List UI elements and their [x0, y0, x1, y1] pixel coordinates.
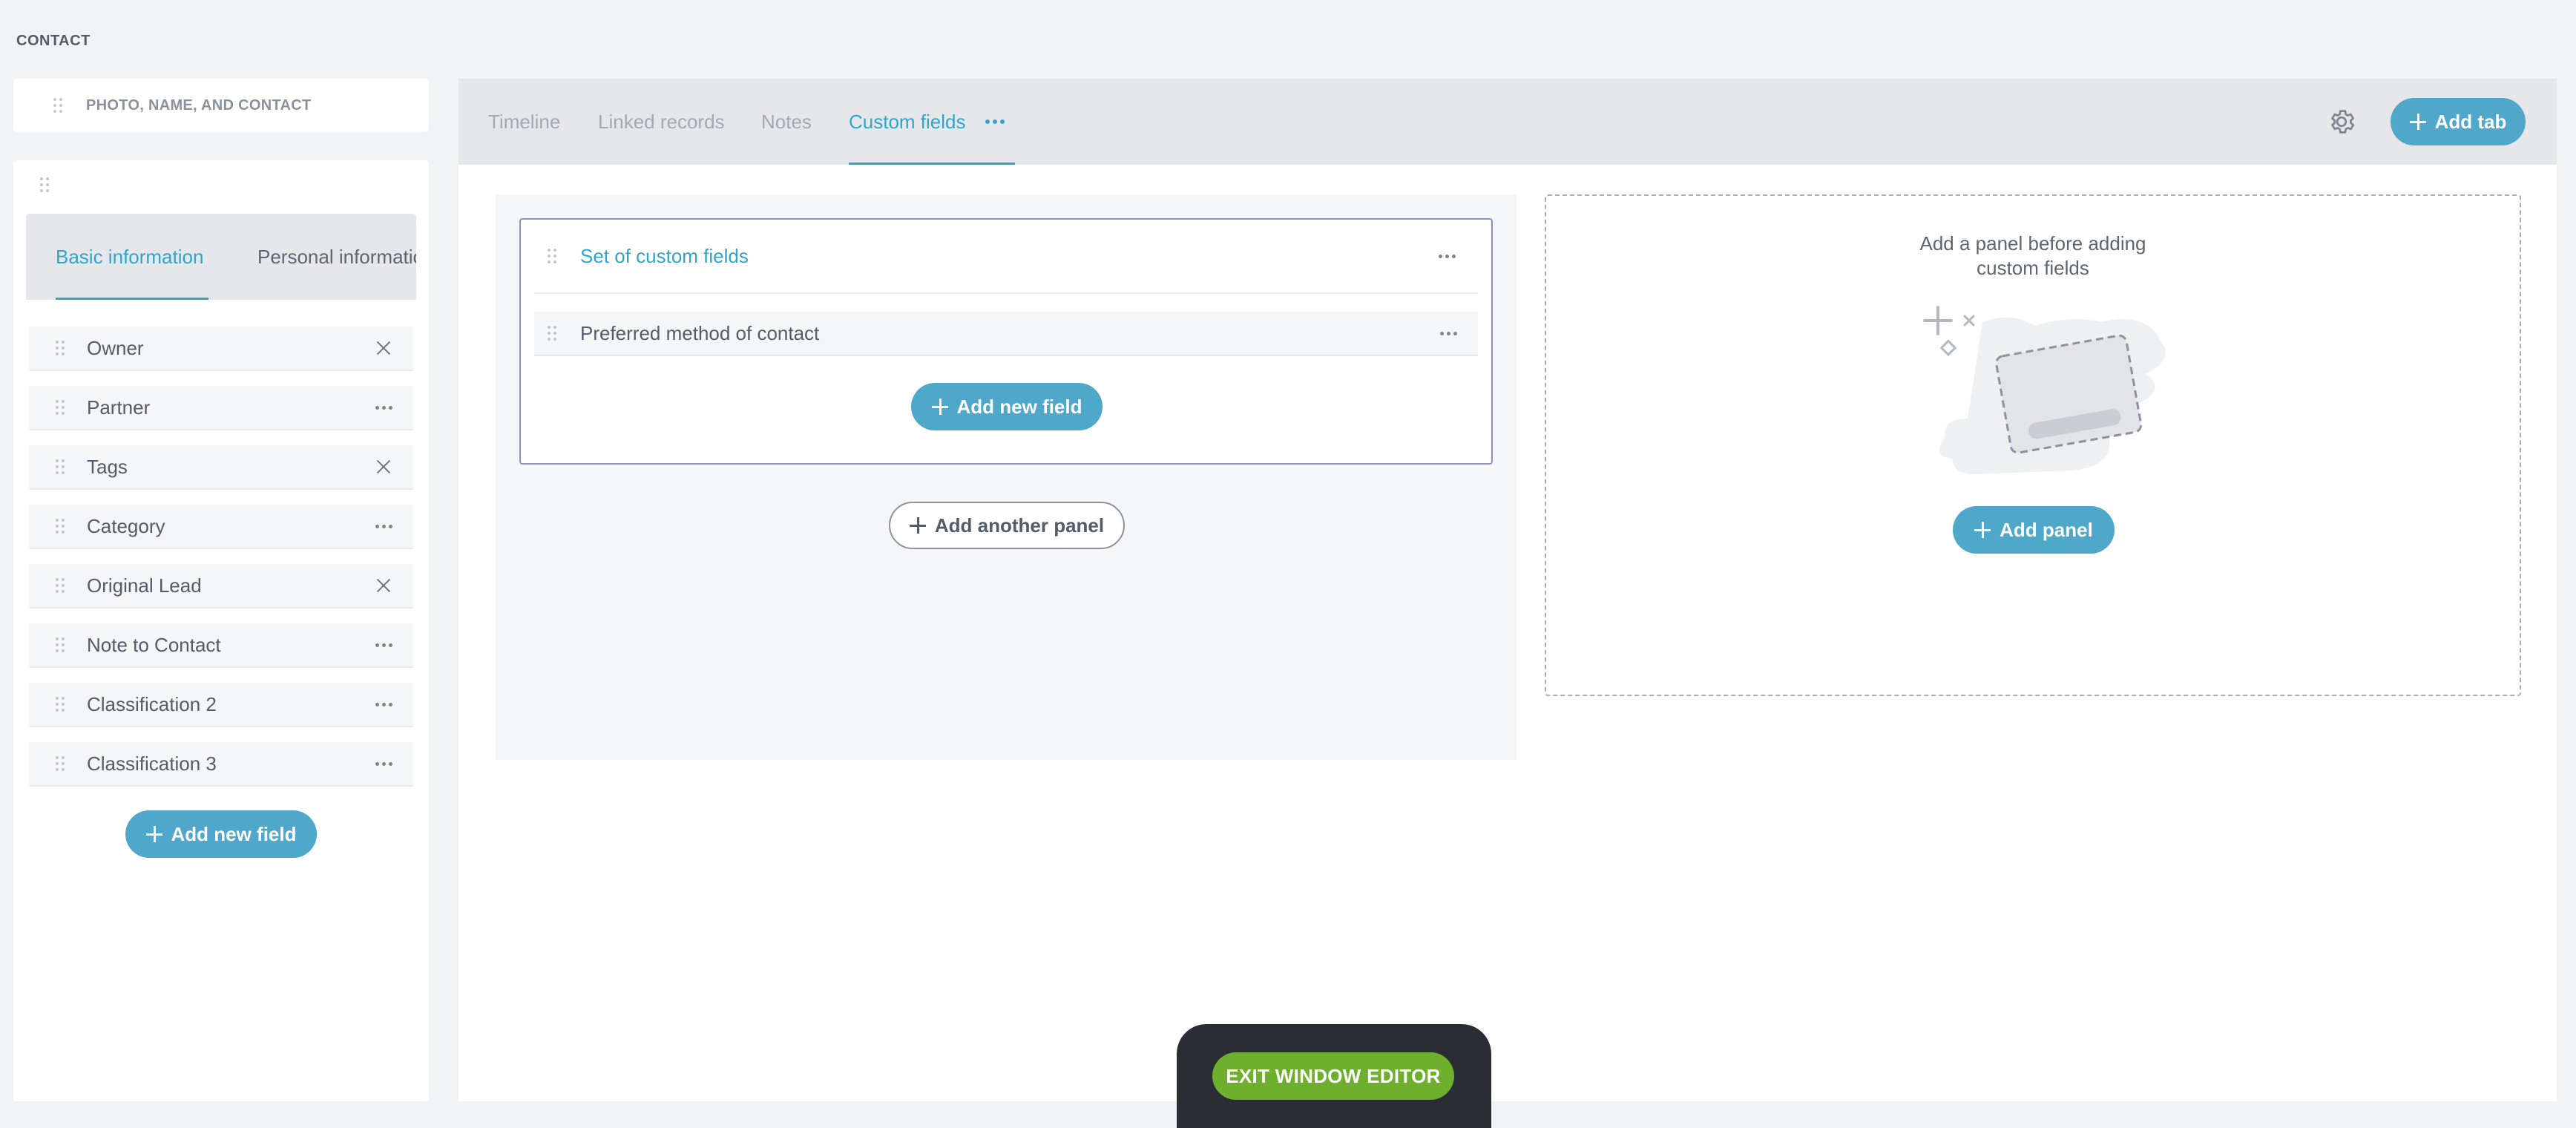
- empty-panel-dropzone: Add a panel before adding custom fields …: [1545, 194, 2521, 696]
- more-icon: [375, 405, 392, 410]
- main-area: Timeline Linked records Notes Custom fie…: [459, 79, 2557, 1101]
- tab-personal-information[interactable]: Personal information: [257, 214, 416, 300]
- page-title: CONTACT: [16, 33, 91, 49]
- field-label: Original Lead: [87, 574, 202, 597]
- plus-icon: [931, 399, 948, 415]
- field-label: Partner: [87, 396, 151, 419]
- tab-bar: Timeline Linked records Notes Custom fie…: [459, 79, 2557, 165]
- drag-handle-icon[interactable]: [56, 696, 66, 712]
- drag-handle-icon[interactable]: [56, 755, 66, 772]
- field-row-classification-2[interactable]: Classification 2: [29, 683, 413, 727]
- editor-footer: EXIT WINDOW EDITOR: [1177, 1024, 1491, 1128]
- gear-icon[interactable]: [2327, 107, 2356, 137]
- drag-handle-icon[interactable]: [56, 637, 66, 653]
- plus-icon: [2409, 114, 2426, 130]
- field-row-tags[interactable]: Tags: [29, 445, 413, 490]
- add-tab-button[interactable]: Add tab: [2391, 98, 2526, 145]
- more-options-button[interactable]: [369, 393, 398, 422]
- empty-panel-illustration: [1923, 306, 2166, 474]
- more-options-button[interactable]: [369, 749, 398, 778]
- add-panel-label: Add panel: [2000, 518, 2093, 541]
- field-row-owner[interactable]: Owner: [29, 327, 413, 371]
- add-another-panel-button[interactable]: Add another panel: [889, 502, 1125, 549]
- panel-column: Set of custom fields Preferred method of…: [496, 194, 1517, 760]
- field-label: Owner: [87, 336, 144, 359]
- more-icon: [375, 643, 392, 647]
- field-row-category[interactable]: Category: [29, 505, 413, 549]
- field-label: Category: [87, 514, 165, 537]
- field-row-original-lead[interactable]: Original Lead: [29, 564, 413, 609]
- field-row-partner[interactable]: Partner: [29, 386, 413, 430]
- field-row-preferred-method[interactable]: Preferred method of contact: [534, 312, 1478, 356]
- empty-hint-line1: Add a panel before adding: [1919, 232, 2146, 255]
- panel-header: Set of custom fields: [521, 220, 1491, 292]
- panel-title[interactable]: Set of custom fields: [580, 245, 1439, 268]
- divider: [534, 292, 1478, 294]
- field-label: Tags: [87, 455, 128, 478]
- plus-icon: [909, 517, 926, 534]
- drag-handle-icon[interactable]: [56, 340, 66, 356]
- basic-info-card: Basic information Personal information O…: [13, 160, 429, 1101]
- photo-card-label: PHOTO, NAME, AND CONTACT: [86, 96, 312, 114]
- field-label: Classification 2: [87, 692, 217, 715]
- close-icon: [375, 577, 392, 594]
- more-options-button[interactable]: [369, 630, 398, 660]
- empty-hint: Add a panel before adding custom fields: [1546, 232, 2520, 281]
- exit-window-editor-button[interactable]: EXIT WINDOW EDITOR: [1212, 1052, 1454, 1100]
- custom-fields-panel[interactable]: Set of custom fields Preferred method of…: [519, 218, 1493, 465]
- section-tabs: Basic information Personal information: [26, 214, 416, 300]
- panel-more-button[interactable]: [1439, 254, 1456, 258]
- field-label: Note to Contact: [87, 633, 221, 656]
- field-label: Preferred method of contact: [580, 321, 820, 344]
- add-new-field-label: Add new field: [171, 822, 297, 845]
- field-row-note-to-contact[interactable]: Note to Contact: [29, 623, 413, 668]
- remove-field-button[interactable]: [369, 571, 398, 600]
- more-options-button[interactable]: [1440, 331, 1457, 335]
- drag-handle-icon[interactable]: [53, 97, 64, 114]
- drag-handle-icon[interactable]: [40, 177, 50, 193]
- more-icon: [1439, 254, 1456, 258]
- tab-custom-fields-label: Custom fields: [849, 110, 966, 133]
- tab-linked-records[interactable]: Linked records: [598, 79, 725, 165]
- tab-timeline[interactable]: Timeline: [488, 79, 560, 165]
- more-options-button[interactable]: [369, 689, 398, 719]
- more-icon: [375, 524, 392, 528]
- plus-icon: [145, 826, 162, 842]
- remove-field-button[interactable]: [369, 333, 398, 363]
- photo-name-contact-card[interactable]: PHOTO, NAME, AND CONTACT: [13, 79, 429, 132]
- panel-add-new-field-button[interactable]: Add new field: [911, 383, 1103, 430]
- add-another-panel-label: Add another panel: [934, 514, 1105, 537]
- drag-handle-icon[interactable]: [56, 518, 66, 534]
- tab-basic-information[interactable]: Basic information: [56, 214, 208, 300]
- drag-handle-icon[interactable]: [56, 577, 66, 594]
- close-icon: [375, 459, 392, 475]
- drag-handle-icon[interactable]: [548, 325, 558, 341]
- plus-icon: [1974, 522, 1991, 538]
- empty-hint-line2: custom fields: [1977, 257, 2089, 279]
- drag-handle-icon[interactable]: [56, 459, 66, 475]
- add-new-field-button[interactable]: Add new field: [125, 810, 317, 858]
- tab-notes[interactable]: Notes: [761, 79, 812, 165]
- more-icon: [375, 702, 392, 706]
- add-panel-button[interactable]: Add panel: [1953, 506, 2115, 554]
- close-icon: [375, 340, 392, 356]
- panel-add-new-field-label: Add new field: [956, 395, 1082, 418]
- tab-custom-fields[interactable]: Custom fields: [849, 79, 1015, 165]
- drag-handle-icon[interactable]: [548, 248, 558, 264]
- field-row-classification-3[interactable]: Classification 3: [29, 742, 413, 787]
- add-tab-label: Add tab: [2434, 110, 2507, 133]
- more-icon: [375, 761, 392, 766]
- more-options-button[interactable]: [369, 511, 398, 541]
- drag-handle-icon[interactable]: [56, 399, 66, 416]
- field-label: Classification 3: [87, 752, 217, 775]
- remove-field-button[interactable]: [369, 452, 398, 482]
- more-icon: [1440, 331, 1457, 335]
- more-icon[interactable]: [985, 119, 1005, 124]
